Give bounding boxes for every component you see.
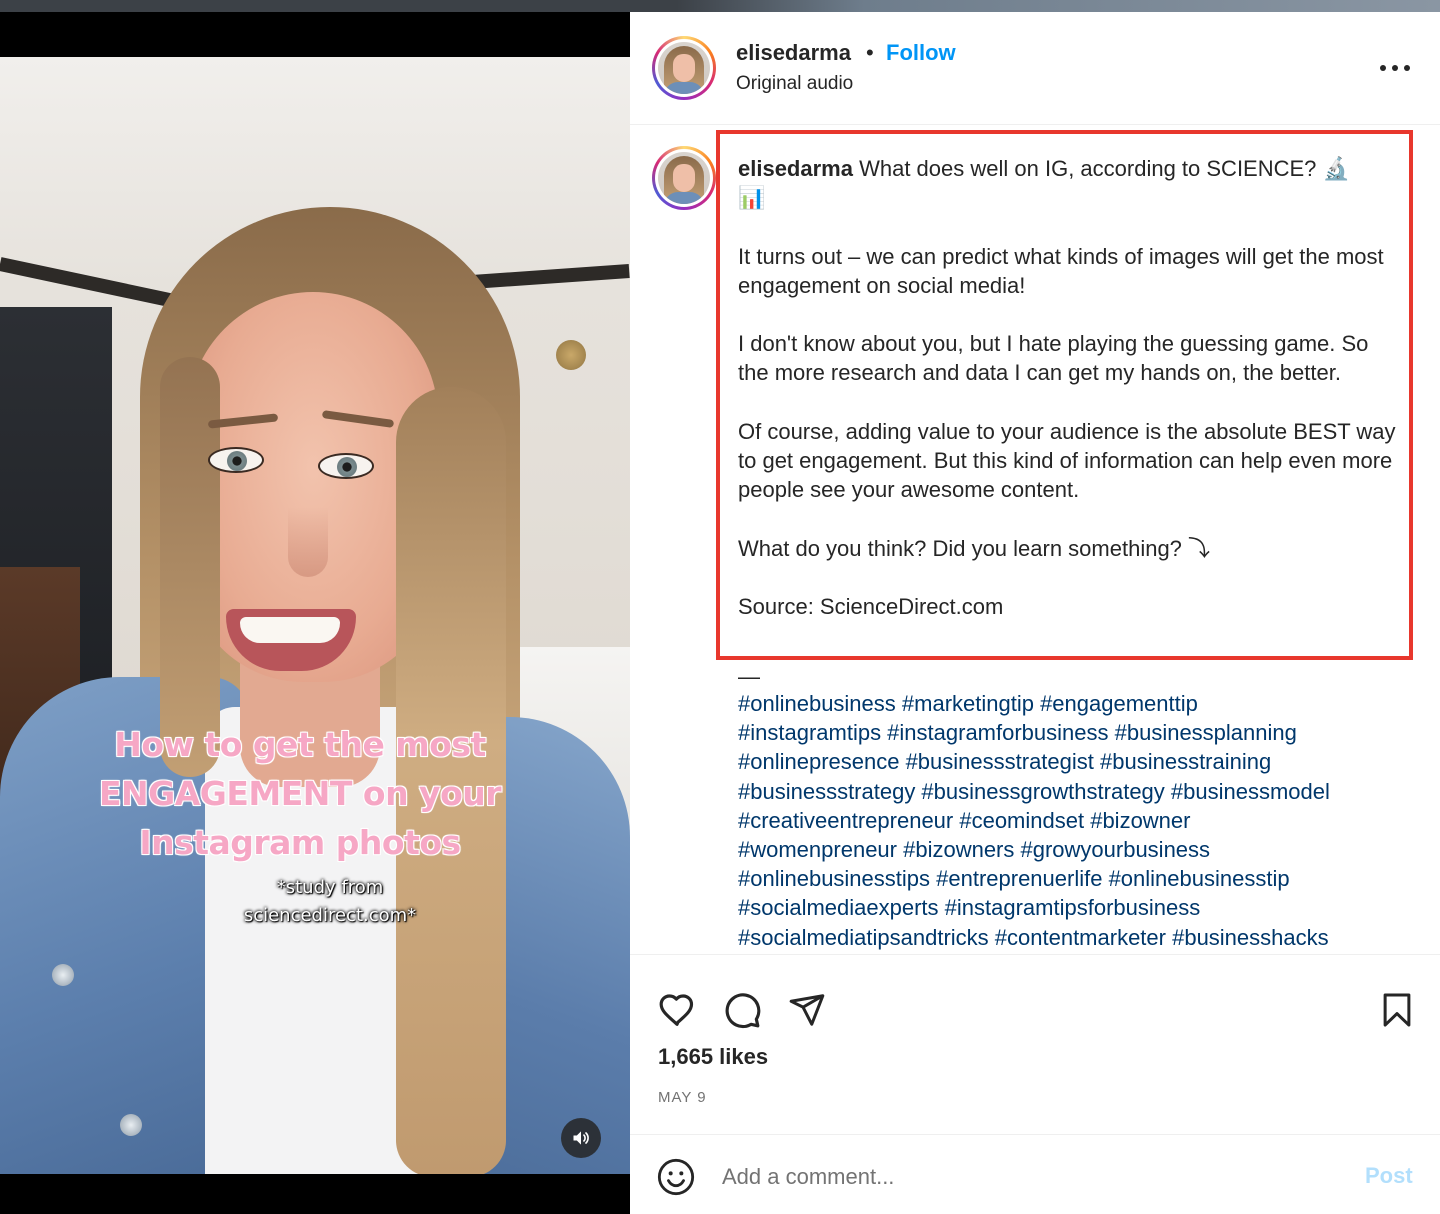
video-caption-source: *study from sciencedirect.com* — [243, 877, 417, 926]
bookmark-icon — [1383, 993, 1411, 1027]
smoke-detector — [556, 340, 586, 370]
separator-dot: • — [866, 40, 874, 65]
hashtag-line[interactable]: #onlinebusiness #marketingtip #engagemen… — [738, 689, 1408, 718]
window-top-strip — [0, 0, 1440, 12]
comment-button[interactable] — [721, 989, 763, 1031]
hashtag-line[interactable]: #womenpreneur #bizowners #growyourbusine… — [738, 835, 1408, 864]
more-options-icon[interactable] — [1380, 56, 1410, 80]
video-caption-title: How to get the most ENGAGEMENT on your I… — [98, 725, 502, 862]
hashtag-list: — #onlinebusiness #marketingtip #engagem… — [738, 665, 1408, 952]
audio-link[interactable]: Original audio — [736, 73, 853, 95]
comment-icon — [725, 993, 761, 1029]
follow-button[interactable]: Follow — [886, 40, 956, 66]
hashtag-line[interactable]: #socialmediaexperts #instagramtipsforbus… — [738, 893, 1408, 922]
sound-toggle-button[interactable] — [561, 1118, 601, 1158]
hashtag-line[interactable]: #socialmediatipsandtricks #contentmarket… — [738, 923, 1408, 952]
caption-avatar[interactable] — [652, 146, 716, 210]
post-header: elisedarma • Follow Original audio — [630, 12, 1440, 125]
hashtag-line[interactable]: #creativeentrepreneur #ceomindset #bizow… — [738, 806, 1408, 835]
hashtag-line[interactable]: #businessstrategy #businessgrowthstrateg… — [738, 777, 1408, 806]
emoji-button[interactable] — [656, 1157, 696, 1197]
post-date[interactable]: MAY 9 — [658, 1089, 707, 1106]
comment-input[interactable] — [722, 1157, 1322, 1197]
likes-count[interactable]: 1,665 likes — [658, 1044, 768, 1070]
post-panel: elisedarma • Follow Original audio elise… — [630, 12, 1440, 1214]
caption-scroll-area[interactable]: elisedarma What does well on IG, accordi… — [630, 126, 1440, 954]
hashtag-line[interactable]: #instagramtips #instagramforbusiness #bu… — [738, 718, 1408, 747]
reel-video[interactable]: How to get the most ENGAGEMENT on your I… — [0, 12, 630, 1214]
like-button[interactable] — [656, 989, 698, 1031]
save-button[interactable] — [1376, 989, 1418, 1031]
heart-icon — [659, 994, 694, 1026]
hashtag-line[interactable]: #onlinepresence #businessstrategist #bus… — [738, 747, 1408, 776]
highlight-box — [716, 130, 1413, 660]
avatar[interactable] — [652, 36, 716, 100]
speaker-icon — [573, 1131, 589, 1145]
emoji-icon — [657, 1158, 695, 1196]
comment-bar: Post — [630, 1134, 1440, 1214]
video-frame — [0, 57, 630, 1174]
action-bar: 1,665 likes MAY 9 — [630, 954, 1440, 1134]
hashtag-line[interactable]: #onlinebusinesstips #entreprenuerlife #o… — [738, 864, 1408, 893]
share-button[interactable] — [786, 989, 828, 1031]
post-button[interactable]: Post — [1365, 1163, 1413, 1189]
username-link[interactable]: elisedarma — [736, 40, 851, 66]
share-icon — [789, 994, 825, 1026]
